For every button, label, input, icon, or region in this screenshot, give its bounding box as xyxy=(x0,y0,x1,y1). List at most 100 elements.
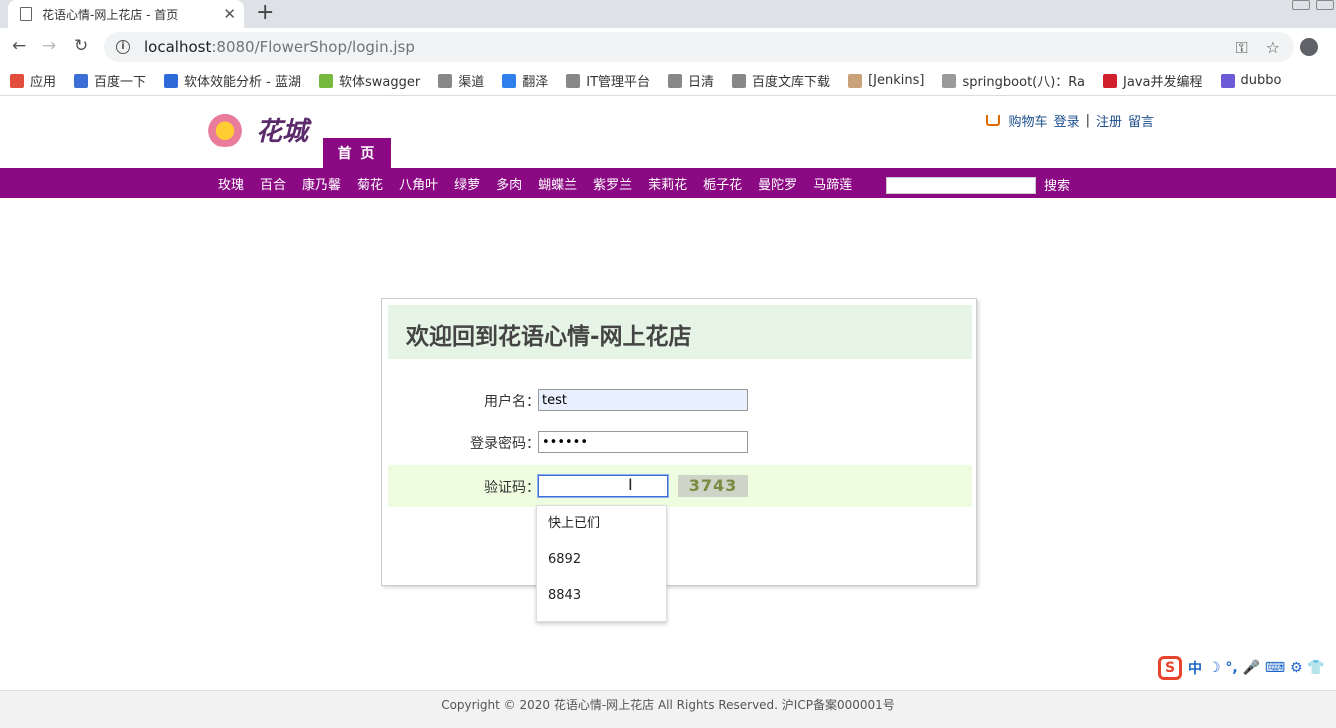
autocomplete-option[interactable]: 快上已们 xyxy=(537,506,666,542)
close-tab-icon[interactable]: ✕ xyxy=(223,5,236,23)
bookmark-item[interactable]: 百度一下 xyxy=(74,71,146,90)
sogou-logo-icon[interactable]: S xyxy=(1158,656,1182,680)
bookmark-label: springboot(八)：Ra xyxy=(962,75,1086,90)
login-heading: 欢迎回到花语心情-网上花店 xyxy=(406,324,692,350)
tab-title: 花语心情-网上花店 - 首页 xyxy=(42,7,179,22)
bookmark-label: 百度一下 xyxy=(94,75,147,90)
minimize-icon[interactable] xyxy=(1292,0,1310,10)
bookmark-label: IT管理平台 xyxy=(586,75,651,90)
bookmark-icon xyxy=(942,73,957,88)
category-link[interactable]: 曼陀罗 xyxy=(758,174,797,193)
category-link[interactable]: 玫瑰 xyxy=(218,174,244,193)
bookmark-icon xyxy=(732,73,747,88)
bookmark-icon xyxy=(438,73,453,88)
category-link[interactable]: 紫罗兰 xyxy=(593,174,632,193)
login-link[interactable]: 登录 xyxy=(1054,111,1080,130)
site-header: 花城 购物车 登录 | 注册 留言 首 页 xyxy=(0,97,1336,168)
category-link[interactable]: 多肉 xyxy=(496,174,522,193)
bookmark-item[interactable]: 百度文库下载 xyxy=(732,71,830,90)
url-host: localhost xyxy=(144,38,212,56)
page-icon xyxy=(20,7,32,21)
bookmark-item[interactable]: 软体swagger xyxy=(319,71,420,90)
search-button[interactable]: 搜索 xyxy=(1044,175,1070,194)
bookmark-label: [Jenkins] xyxy=(868,73,925,88)
login-panel: 欢迎回到花语心情-网上花店 用户名： 登录密码： 验证码： I 3743 xyxy=(381,298,977,586)
bookmark-icon xyxy=(1220,73,1235,88)
bookmark-label: 日清 xyxy=(688,75,715,90)
link-separator: | xyxy=(1085,113,1090,128)
new-tab-button[interactable]: + xyxy=(256,2,274,24)
captcha-image[interactable]: 3743 xyxy=(678,475,748,497)
home-tab[interactable]: 首 页 xyxy=(323,138,391,168)
category-link[interactable]: 菊花 xyxy=(357,174,383,193)
category-link[interactable]: 康乃馨 xyxy=(302,174,341,193)
cart-icon[interactable] xyxy=(985,115,1000,126)
restore-icon[interactable] xyxy=(1316,0,1334,10)
bookmark-item[interactable]: 翻泽 xyxy=(502,71,548,90)
bookmark-item[interactable]: dubbo xyxy=(1220,73,1281,88)
bookmark-item[interactable]: 应用 xyxy=(10,71,56,90)
bookmark-label: 软体效能分析 - 蓝湖 xyxy=(184,75,301,90)
profile-avatar-icon[interactable] xyxy=(1300,38,1318,56)
bookmark-label: Java并发编程 xyxy=(1123,75,1203,90)
ime-tools-icons[interactable]: ☽ °, 🎤 ⌨ ⚙ 👕 xyxy=(1208,660,1325,676)
category-link[interactable]: 八角叶 xyxy=(399,174,438,193)
password-input[interactable] xyxy=(538,431,748,453)
star-icon[interactable]: ☆ xyxy=(1266,38,1280,58)
captcha-label: 验证码： xyxy=(484,480,540,496)
window-controls xyxy=(1290,0,1336,10)
bookmark-icon xyxy=(502,73,517,88)
ime-mode[interactable]: 中 xyxy=(1188,658,1202,678)
captcha-row: 验证码： I 3743 xyxy=(388,465,972,507)
bookmark-item[interactable]: IT管理平台 xyxy=(566,71,650,90)
browser-tab[interactable]: 花语心情-网上花店 - 首页 ✕ xyxy=(8,0,244,28)
bookmark-label: 百度文库下载 xyxy=(752,75,831,90)
category-link[interactable]: 百合 xyxy=(260,174,286,193)
bookmark-icon xyxy=(10,73,24,88)
browser-toolbar: ← → ↻ i localhost:8080/FlowerShop/login.… xyxy=(0,28,1336,66)
username-label: 用户名： xyxy=(484,394,540,410)
category-link[interactable]: 茉莉花 xyxy=(648,174,687,193)
bookmark-item[interactable]: springboot(八)：Ra xyxy=(942,71,1085,90)
bookmark-icon xyxy=(668,73,683,88)
bookmark-item[interactable]: 日清 xyxy=(668,71,714,90)
username-row: 用户名： xyxy=(388,379,972,421)
category-bar: 玫瑰 百合 康乃馨 菊花 八角叶 绿萝 多肉 蝴蝶兰 紫罗兰 茉莉花 栀子花 曼陀罗 马蹄莲 搜索 xyxy=(0,168,1336,198)
reload-icon[interactable]: ↻ xyxy=(74,36,88,56)
address-bar[interactable]: i localhost:8080/FlowerShop/login.jsp ⚿ … xyxy=(104,32,1294,62)
search-input[interactable] xyxy=(886,177,1036,194)
register-link[interactable]: 注册 xyxy=(1096,111,1122,130)
autocomplete-option[interactable]: 8843 xyxy=(537,578,666,614)
bookmark-icon xyxy=(848,73,863,88)
autocomplete-option[interactable]: 6892 xyxy=(537,542,666,578)
footer: Copyright © 2020 花语心情-网上花店 All Rights Re… xyxy=(0,690,1336,728)
bookmark-item[interactable]: [Jenkins] xyxy=(848,73,924,88)
category-link[interactable]: 栀子花 xyxy=(703,174,742,193)
login-header: 欢迎回到花语心情-网上花店 xyxy=(388,305,972,359)
bookmark-item[interactable]: Java并发编程 xyxy=(1103,71,1203,90)
forward-icon[interactable]: → xyxy=(42,36,56,56)
category-link[interactable]: 马蹄莲 xyxy=(813,174,852,193)
bookmark-icon xyxy=(1103,73,1118,88)
bookmark-label: 渠道 xyxy=(458,75,485,90)
browser-tabstrip: 花语心情-网上花店 - 首页 ✕ + xyxy=(0,0,1336,28)
message-link[interactable]: 留言 xyxy=(1128,111,1154,130)
captcha-input[interactable] xyxy=(537,474,669,498)
site-logo[interactable]: 花城 xyxy=(200,107,320,151)
omnibox-actions: ⚿ ☆ xyxy=(1235,38,1280,58)
bookmark-item[interactable]: 渠道 xyxy=(438,71,484,90)
category-link[interactable]: 绿萝 xyxy=(454,174,480,193)
logo-text: 花城 xyxy=(256,117,309,147)
bookmark-item[interactable]: 软体效能分析 - 蓝湖 xyxy=(164,71,301,90)
top-links: 购物车 登录 | 注册 留言 xyxy=(985,111,1154,130)
back-icon[interactable]: ← xyxy=(12,36,26,56)
username-input[interactable] xyxy=(538,389,748,411)
category-link[interactable]: 蝴蝶兰 xyxy=(538,174,577,193)
bookmark-icon xyxy=(164,73,179,88)
bookmark-label: 翻泽 xyxy=(522,75,549,90)
cart-link[interactable]: 购物车 xyxy=(1009,111,1048,130)
autocomplete-dropdown: 快上已们 6892 8843 xyxy=(536,505,667,622)
info-icon[interactable]: i xyxy=(116,40,130,54)
password-row: 登录密码： xyxy=(388,421,972,463)
key-icon[interactable]: ⚿ xyxy=(1235,38,1247,58)
